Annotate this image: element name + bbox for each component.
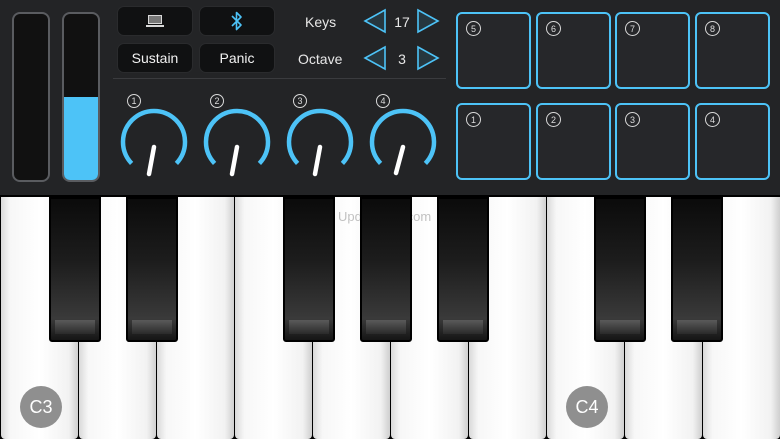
- key-lip: [55, 320, 95, 334]
- key-lip: [289, 320, 329, 334]
- keyboard-button[interactable]: [117, 6, 193, 36]
- knob-2[interactable]: 2: [200, 94, 274, 180]
- knob-dial: [203, 108, 271, 177]
- drum-pad-1[interactable]: 1: [456, 103, 531, 180]
- divider: [113, 78, 446, 79]
- keys-increase-arrow-icon[interactable]: [415, 8, 441, 34]
- octave-decrease-arrow-icon[interactable]: [362, 45, 388, 71]
- drum-pad-3[interactable]: 3: [615, 103, 690, 180]
- drum-pad-4[interactable]: 4: [695, 103, 770, 180]
- drum-pad-5[interactable]: 5: [456, 12, 531, 89]
- pitch-slider[interactable]: [12, 12, 50, 182]
- knob-dial: [369, 108, 437, 176]
- drum-pad-6[interactable]: 6: [536, 12, 611, 89]
- sustain-button[interactable]: Sustain: [117, 43, 193, 73]
- slider-fill: [64, 97, 98, 180]
- pad-number: 8: [705, 21, 720, 36]
- black-key-c-sharp-4[interactable]: [594, 197, 646, 342]
- knob-1[interactable]: 1: [117, 94, 191, 180]
- pad-number: 5: [466, 21, 481, 36]
- piano-keyboard: UpdateStar.com C3 C4: [0, 195, 780, 439]
- note-label-c3: C3: [20, 386, 62, 428]
- black-key-d-sharp-3[interactable]: [126, 197, 178, 342]
- black-key-c-sharp-3[interactable]: [49, 197, 101, 342]
- knob-3[interactable]: 3: [283, 94, 357, 180]
- pad-number: 6: [546, 21, 561, 36]
- pad-number: 3: [625, 112, 640, 127]
- key-lip: [366, 320, 406, 334]
- black-key-a-sharp-3[interactable]: [437, 197, 489, 342]
- keys-value: 17: [394, 14, 410, 30]
- key-lip: [677, 320, 717, 334]
- drum-pad-2[interactable]: 2: [536, 103, 611, 180]
- keys-label: Keys: [305, 14, 337, 30]
- panic-button[interactable]: Panic: [199, 43, 275, 73]
- key-lip: [600, 320, 640, 334]
- bluetooth-button[interactable]: [199, 6, 275, 36]
- modulation-slider[interactable]: [62, 12, 100, 182]
- keyboard-icon: [146, 15, 164, 27]
- octave-label: Octave: [298, 51, 343, 67]
- drum-pad-7[interactable]: 7: [615, 12, 690, 89]
- knob-4[interactable]: 4: [366, 94, 440, 180]
- pad-number: 1: [466, 112, 481, 127]
- octave-value: 3: [398, 51, 406, 67]
- control-panel: Sustain Panic Keys 17 Octave 3 1 2 3 4 5…: [0, 0, 780, 195]
- drum-pad-8[interactable]: 8: [695, 12, 770, 89]
- knob-dial: [286, 108, 354, 177]
- key-lip: [443, 320, 483, 334]
- black-key-f-sharp-3[interactable]: [283, 197, 335, 342]
- black-key-d-sharp-4[interactable]: [671, 197, 723, 342]
- black-key-g-sharp-3[interactable]: [360, 197, 412, 342]
- pad-number: 2: [546, 112, 561, 127]
- keys-decrease-arrow-icon[interactable]: [362, 8, 388, 34]
- pad-number: 4: [705, 112, 720, 127]
- knob-dial: [120, 108, 188, 177]
- pad-number: 7: [625, 21, 640, 36]
- octave-increase-arrow-icon[interactable]: [415, 45, 441, 71]
- bluetooth-icon: [231, 11, 242, 31]
- key-lip: [132, 320, 172, 334]
- note-label-c4: C4: [566, 386, 608, 428]
